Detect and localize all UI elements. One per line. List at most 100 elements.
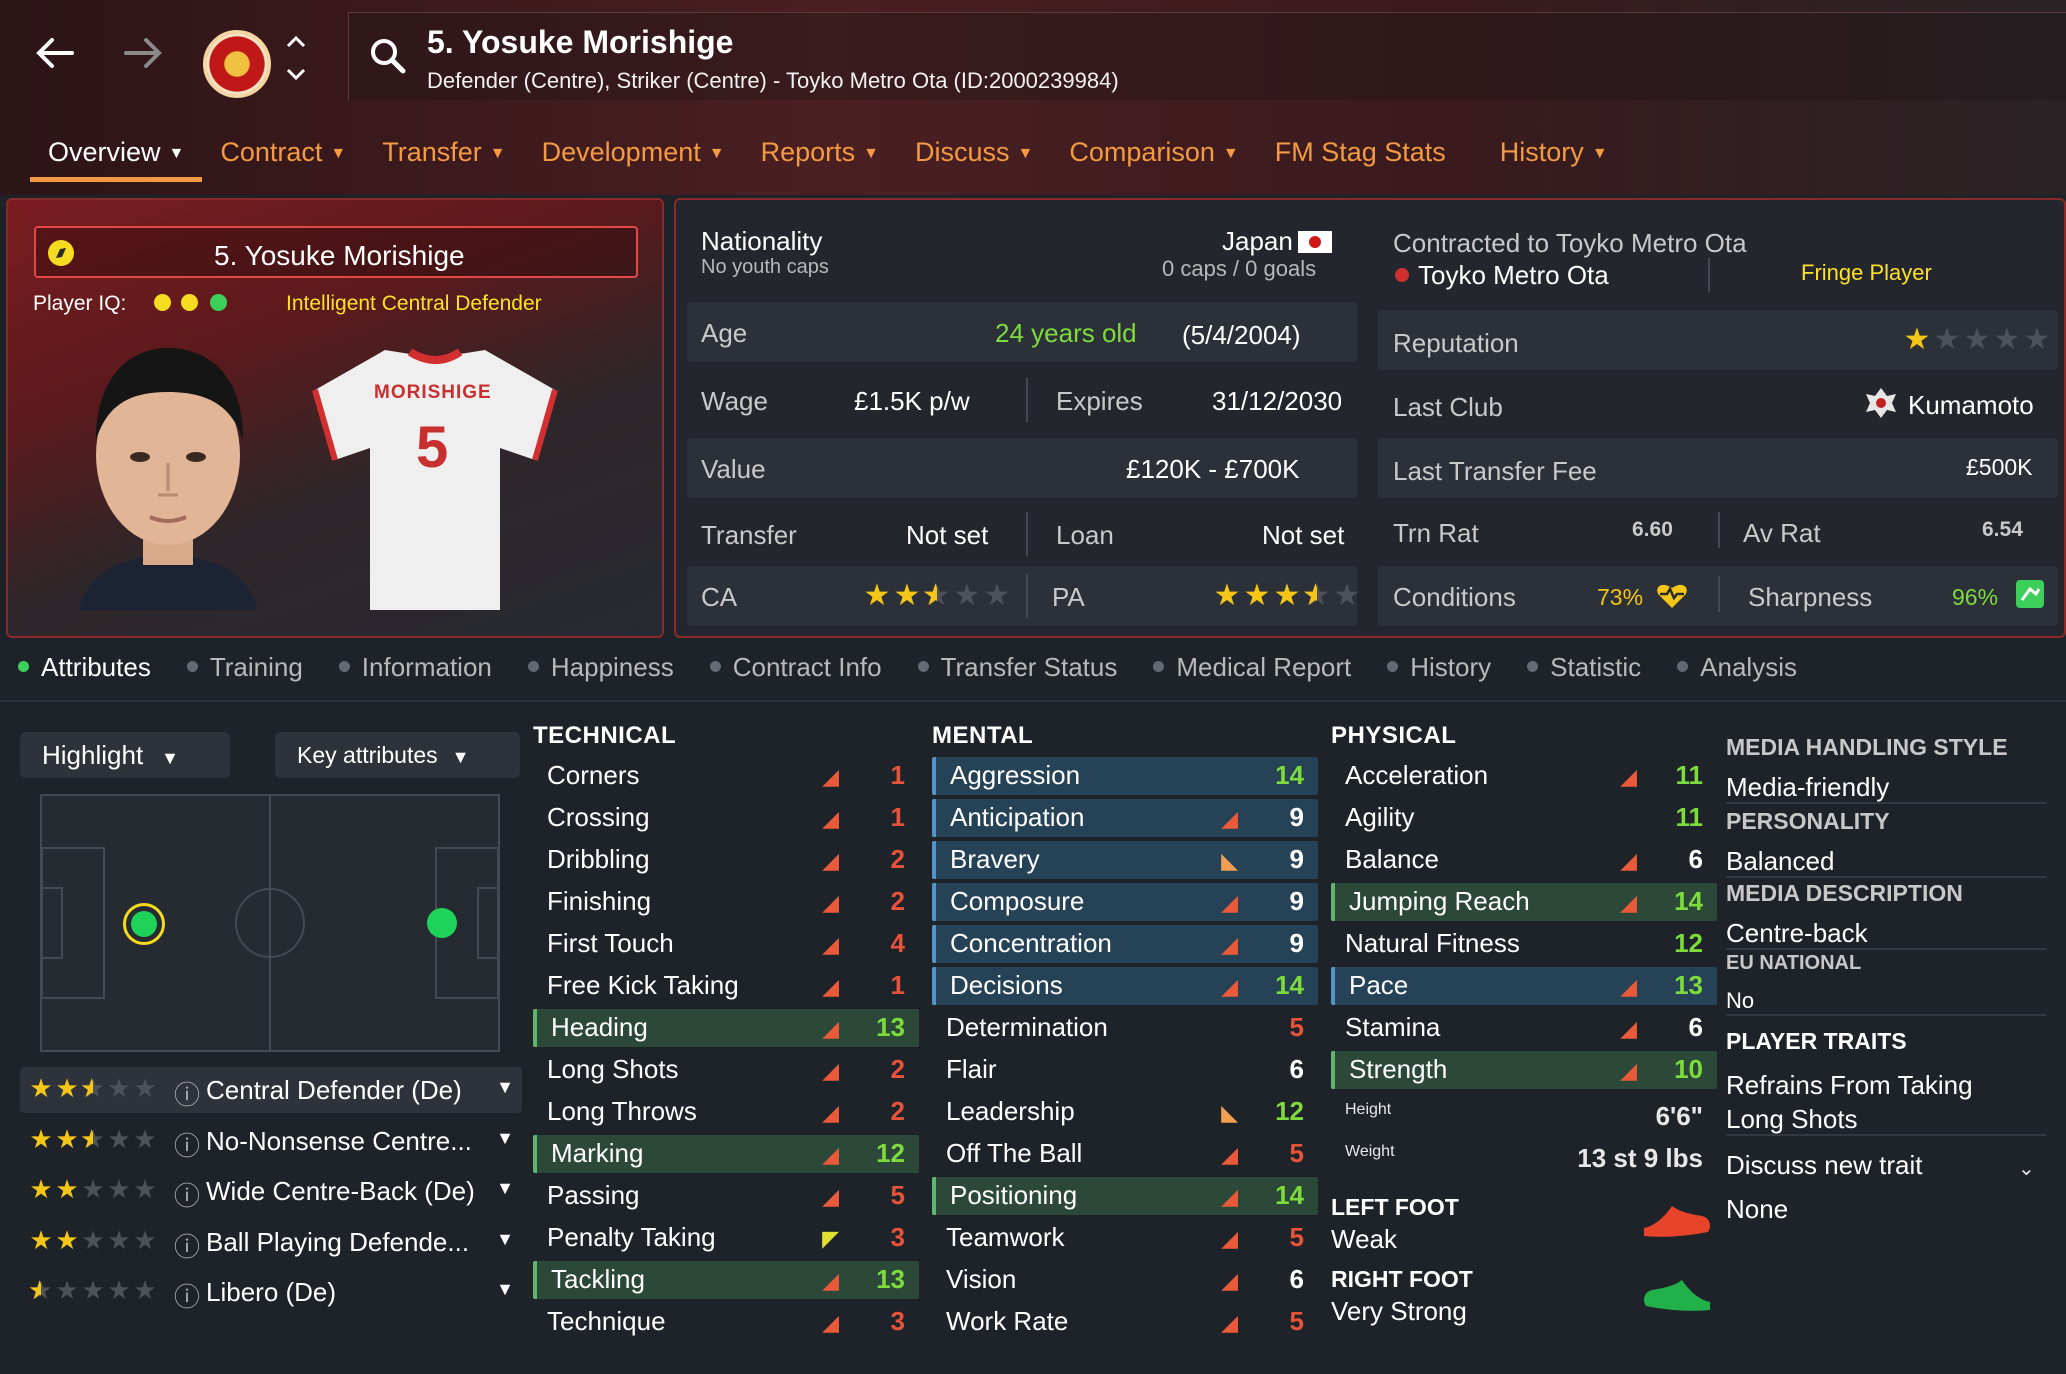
attribute-value: 6: [1289, 1264, 1304, 1294]
role-row[interactable]: ★ ★ ★ ★ ★ ⓘ Wide Centre-Back (De) ▼: [20, 1168, 522, 1214]
role-label: Wide Centre-Back (De): [206, 1176, 475, 1206]
attribute-row[interactable]: Long Shots 2 ◢: [533, 1051, 919, 1089]
subtab-happiness[interactable]: Happiness: [528, 652, 674, 683]
role-star-rating: ★ ★ ★ ★ ★: [28, 1225, 158, 1256]
subtab-contract-info[interactable]: Contract Info: [710, 652, 882, 683]
attribute-row[interactable]: Long Throws 2 ◢: [533, 1093, 919, 1131]
attribute-row[interactable]: Vision 6 ◢: [932, 1261, 1318, 1299]
attribute-row[interactable]: Finishing 2 ◢: [533, 883, 919, 921]
attribute-row[interactable]: Tackling 13 ◢: [533, 1261, 919, 1299]
attribute-row[interactable]: Acceleration 11 ◢: [1331, 757, 1717, 795]
attribute-row[interactable]: Off The Ball 5 ◢: [932, 1135, 1318, 1173]
attribute-row[interactable]: Balance 6 ◢: [1331, 841, 1717, 879]
forward-arrow-icon[interactable]: [120, 30, 166, 87]
info-icon[interactable]: ⓘ: [174, 1227, 200, 1264]
player-switch-chevrons-icon[interactable]: [284, 32, 308, 89]
highlight-dropdown[interactable]: Highlight ▼: [20, 732, 230, 778]
expires-label: Expires: [1056, 386, 1143, 416]
trend-down-icon: ◢: [822, 1310, 839, 1335]
attribute-row[interactable]: Dribbling 2 ◢: [533, 841, 919, 879]
attribute-value: 4: [890, 928, 905, 958]
role-row[interactable]: ★ ★ ★ ★ ★ ★ ⓘ Libero (De) ▼: [20, 1269, 522, 1315]
back-arrow-icon[interactable]: [32, 30, 78, 87]
tab-transfer[interactable]: Transfer ▼: [364, 132, 523, 182]
chevron-down-icon: ▼: [489, 145, 506, 162]
trend-down-icon: ◢: [822, 1268, 839, 1293]
discuss-new-trait-dropdown[interactable]: Discuss new trait: [1726, 1150, 1923, 1181]
attribute-row[interactable]: Work Rate 5 ◢: [932, 1303, 1318, 1341]
subtab-attributes[interactable]: Attributes: [18, 652, 151, 683]
subtab-medical-report[interactable]: Medical Report: [1153, 652, 1351, 683]
attribute-row[interactable]: Aggression 14: [932, 757, 1318, 795]
role-row[interactable]: ★ ★ ★ ★ ★ ⓘ Ball Playing Defende... ▼: [20, 1219, 522, 1265]
tab-development[interactable]: Development ▼: [524, 132, 743, 182]
attribute-row[interactable]: Jumping Reach 14 ◢: [1331, 883, 1717, 921]
attribute-row[interactable]: Leadership 12 ◣: [932, 1093, 1318, 1131]
attribute-row[interactable]: Decisions 14 ◢: [932, 967, 1318, 1005]
attribute-row[interactable]: Flair 6: [932, 1051, 1318, 1089]
subtab-history[interactable]: History: [1387, 652, 1491, 683]
attribute-row[interactable]: Positioning 14 ◢: [932, 1177, 1318, 1215]
attribute-row[interactable]: Free Kick Taking 1 ◢: [533, 967, 919, 1005]
attribute-row[interactable]: Determination 5: [932, 1009, 1318, 1047]
attribute-row[interactable]: Concentration 9 ◢: [932, 925, 1318, 963]
attribute-value: 13: [876, 1264, 905, 1294]
attribute-row[interactable]: Natural Fitness 12: [1331, 925, 1717, 963]
attribute-row[interactable]: Strength 10 ◢: [1331, 1051, 1717, 1089]
attribute-name: Dribbling: [547, 844, 650, 874]
attribute-value: 1: [890, 760, 905, 790]
subtab-analysis[interactable]: Analysis: [1677, 652, 1797, 683]
attribute-row[interactable]: Bravery 9 ◣: [932, 841, 1318, 879]
subtab-training[interactable]: Training: [187, 652, 303, 683]
attribute-row[interactable]: First Touch 4 ◢: [533, 925, 919, 963]
attribute-row[interactable]: Passing 5 ◢: [533, 1177, 919, 1215]
attribute-row[interactable]: Crossing 1 ◢: [533, 799, 919, 837]
tab-history[interactable]: History ▼: [1482, 132, 1626, 182]
attribute-row[interactable]: Penalty Taking 3 ◤: [533, 1219, 919, 1257]
wage-value: £1.5K p/w: [854, 386, 970, 416]
role-row[interactable]: ★ ★ ★ ★ ★ ★ ⓘ Central Defender (De) ▼: [20, 1067, 522, 1113]
chevron-down-icon[interactable]: ⌄: [2018, 1156, 2035, 1181]
attribute-row[interactable]: Anticipation 9 ◢: [932, 799, 1318, 837]
last-club-link[interactable]: Kumamoto: [1908, 390, 2034, 421]
tab-reports[interactable]: Reports ▼: [743, 132, 897, 182]
info-icon[interactable]: ⓘ: [174, 1277, 200, 1314]
club-badge-icon: [1395, 268, 1409, 282]
tab-contract[interactable]: Contract ▼: [202, 132, 364, 182]
tab-discuss[interactable]: Discuss ▼: [897, 132, 1051, 182]
attribute-row[interactable]: Agility 11: [1331, 799, 1717, 837]
tab-comparison[interactable]: Comparison ▼: [1051, 132, 1256, 182]
position-dc-natural-marker[interactable]: [123, 903, 165, 945]
attribute-row[interactable]: Teamwork 5 ◢: [932, 1219, 1318, 1257]
subtab-statistic[interactable]: Statistic: [1527, 652, 1641, 683]
trend-down-icon: ◢: [1221, 1310, 1238, 1335]
attribute-row[interactable]: Technique 3 ◢: [533, 1303, 919, 1341]
info-icon[interactable]: ⓘ: [174, 1176, 200, 1213]
attribute-row[interactable]: Heading 13 ◢: [533, 1009, 919, 1047]
club-link[interactable]: Toyko Metro Ota: [1418, 260, 1609, 291]
key-attributes-dropdown[interactable]: Key attributes ▼: [275, 732, 520, 778]
subtab-transfer-status[interactable]: Transfer Status: [918, 652, 1118, 683]
club-crest-icon[interactable]: [203, 30, 271, 98]
nationality-value[interactable]: Japan: [1222, 226, 1293, 257]
attribute-row[interactable]: Marking 12 ◢: [533, 1135, 919, 1173]
search-icon[interactable]: [368, 36, 408, 81]
divider: [1026, 512, 1028, 556]
star-icon: ★: [893, 579, 921, 612]
attribute-row[interactable]: Pace 13 ◢: [1331, 967, 1717, 1005]
position-st-marker[interactable]: [427, 908, 457, 938]
attribute-name: Work Rate: [946, 1306, 1069, 1336]
attribute-row[interactable]: Composure 9 ◢: [932, 883, 1318, 921]
info-icon[interactable]: ⓘ: [174, 1126, 200, 1163]
attribute-row[interactable]: Stamina 6 ◢: [1331, 1009, 1717, 1047]
media-description-value: Centre-back: [1726, 918, 1868, 948]
info-icon[interactable]: ⓘ: [174, 1075, 200, 1112]
tab-fm-stag-stats[interactable]: FM Stag Stats: [1257, 132, 1482, 182]
attribute-row[interactable]: Corners 1 ◢: [533, 757, 919, 795]
role-label: Ball Playing Defende...: [206, 1227, 470, 1257]
role-row[interactable]: ★ ★ ★ ★ ★ ★ ⓘ No-Nonsense Centre... ▼: [20, 1118, 522, 1164]
attribute-value: 5: [1289, 1306, 1304, 1336]
tab-overview[interactable]: Overview ▼: [30, 132, 203, 182]
star-icon: ★: [1993, 323, 2021, 356]
subtab-information[interactable]: Information: [339, 652, 492, 683]
